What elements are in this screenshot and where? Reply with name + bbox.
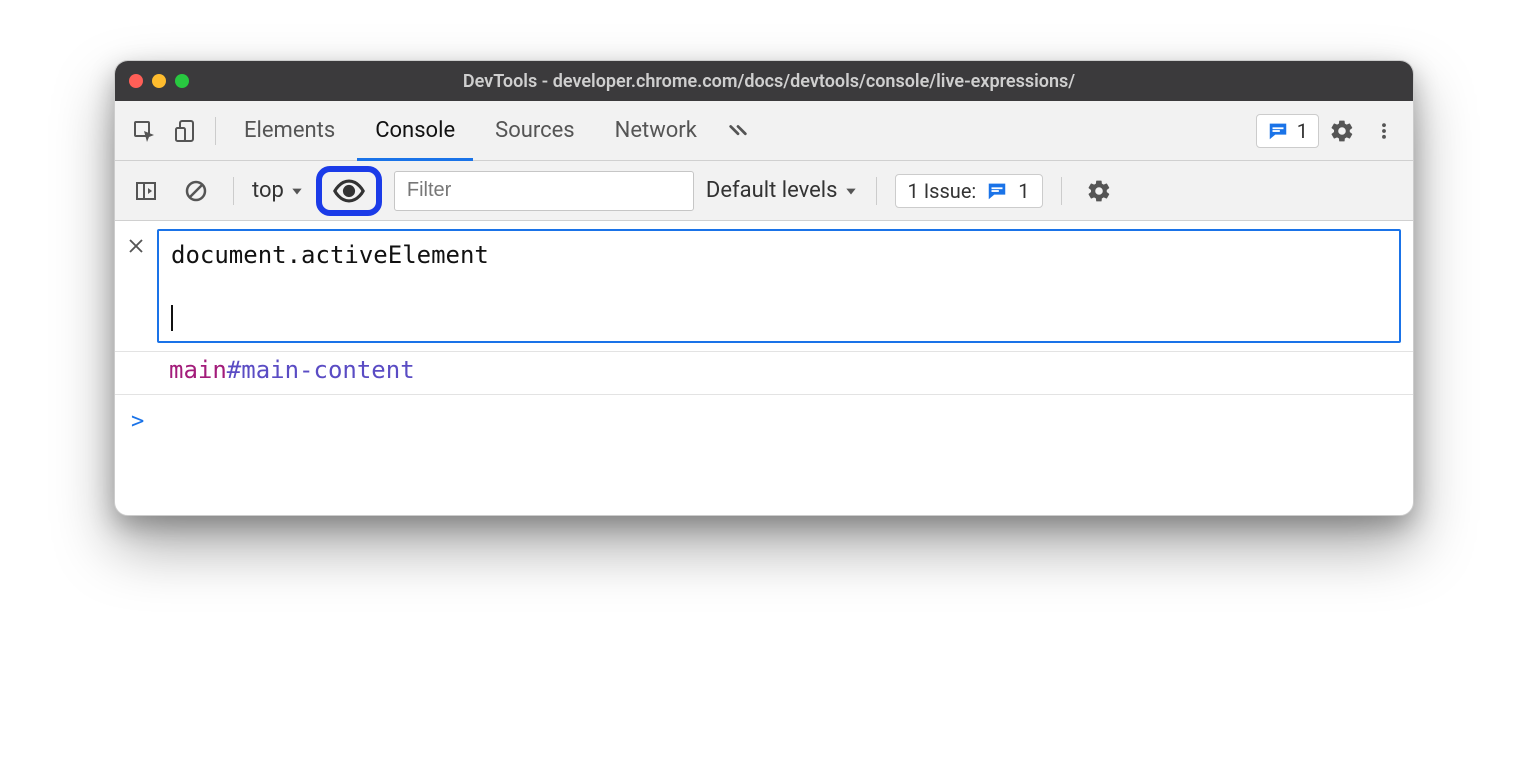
tab-console[interactable]: Console bbox=[357, 101, 473, 160]
result-element-tag: main bbox=[169, 356, 227, 384]
chat-icon bbox=[986, 180, 1008, 202]
console-prompt[interactable]: > bbox=[115, 395, 1413, 515]
zoom-window-button[interactable] bbox=[175, 74, 189, 88]
tab-sources[interactable]: Sources bbox=[477, 101, 593, 160]
separator bbox=[1061, 177, 1062, 205]
console-settings-icon[interactable] bbox=[1080, 172, 1118, 210]
live-expression-result[interactable]: main#main-content bbox=[115, 352, 1413, 395]
separator bbox=[215, 117, 216, 145]
filter-input[interactable] bbox=[394, 171, 694, 211]
tab-elements[interactable]: Elements bbox=[226, 101, 353, 160]
context-label: top bbox=[252, 178, 284, 203]
device-toolbar-icon[interactable] bbox=[167, 112, 205, 150]
chevron-down-icon bbox=[844, 184, 858, 198]
messages-badge[interactable]: 1 bbox=[1256, 114, 1319, 148]
issues-count: 1 bbox=[1018, 179, 1029, 203]
levels-label: Default levels bbox=[706, 178, 838, 203]
console-toolbar: top Default levels 1 Issue: bbox=[115, 161, 1413, 221]
titlebar: DevTools - developer.chrome.com/docs/dev… bbox=[115, 61, 1413, 101]
separator bbox=[233, 177, 234, 205]
close-window-button[interactable] bbox=[129, 74, 143, 88]
messages-count: 1 bbox=[1297, 119, 1308, 143]
window-title: DevTools - developer.chrome.com/docs/dev… bbox=[199, 71, 1399, 92]
live-expression-text: document.activeElement bbox=[171, 241, 489, 269]
kebab-menu-icon[interactable] bbox=[1365, 112, 1403, 150]
issues-badge[interactable]: 1 Issue: 1 bbox=[895, 174, 1043, 208]
devtools-window: DevTools - developer.chrome.com/docs/dev… bbox=[114, 60, 1414, 516]
inspect-element-icon[interactable] bbox=[125, 112, 163, 150]
main-tabbar: Elements Console Sources Network 1 bbox=[115, 101, 1413, 161]
eye-icon bbox=[332, 174, 366, 208]
clear-console-icon[interactable] bbox=[177, 172, 215, 210]
result-element-id: #main-content bbox=[227, 356, 415, 384]
separator bbox=[876, 177, 877, 205]
chevron-down-icon bbox=[290, 184, 304, 198]
live-expression-input[interactable]: document.activeElement bbox=[157, 229, 1401, 343]
log-levels-selector[interactable]: Default levels bbox=[706, 178, 858, 203]
create-live-expression-button[interactable] bbox=[316, 166, 382, 216]
window-controls bbox=[129, 74, 189, 88]
close-icon bbox=[127, 237, 145, 255]
text-cursor bbox=[171, 305, 173, 331]
context-selector[interactable]: top bbox=[252, 178, 304, 203]
issues-label: 1 Issue: bbox=[908, 179, 977, 203]
minimize-window-button[interactable] bbox=[152, 74, 166, 88]
chat-icon bbox=[1267, 120, 1289, 142]
live-expression-row: document.activeElement bbox=[115, 221, 1413, 352]
remove-live-expression-button[interactable] bbox=[115, 221, 157, 351]
tab-network[interactable]: Network bbox=[597, 101, 715, 160]
more-tabs-icon[interactable] bbox=[719, 112, 757, 150]
settings-icon[interactable] bbox=[1323, 112, 1361, 150]
toggle-sidebar-icon[interactable] bbox=[127, 172, 165, 210]
prompt-chevron: > bbox=[131, 409, 144, 434]
